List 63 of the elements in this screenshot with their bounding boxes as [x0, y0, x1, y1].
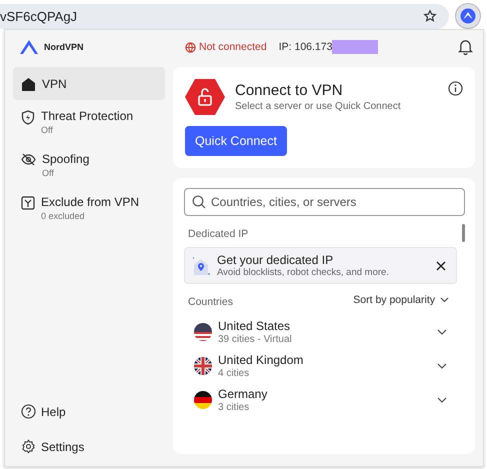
info-icon[interactable] [448, 81, 463, 96]
country-name: Germany [218, 387, 268, 401]
help-icon [21, 404, 36, 419]
promo-title: Get your dedicated IP [217, 253, 334, 267]
sidebar-label: Settings [41, 440, 84, 454]
chevron-down-icon[interactable] [437, 363, 447, 369]
sidebar-status: Off [42, 168, 55, 178]
sidebar-label: Exclude from VPN [41, 195, 140, 209]
ip-address: IP: 106.173 [278, 41, 332, 53]
split-icon [21, 196, 35, 210]
sidebar-link[interactable]: Settings [13, 439, 165, 454]
search-field[interactable]: Countries, cities, or servers [184, 188, 465, 216]
flag-icon [194, 391, 212, 409]
eye-slash-icon [21, 153, 36, 166]
search-icon [192, 195, 206, 209]
country-name: United States [218, 319, 292, 333]
country-details: 4 cities [218, 368, 250, 379]
house-icon [21, 77, 36, 91]
promo-text: Avoid blocklists, robot checks, and more. [217, 267, 390, 278]
country-details: 3 cities [218, 402, 250, 413]
shield-icon [21, 110, 35, 125]
sidebar-label: Help [41, 404, 66, 418]
country-name: United Kingdom [218, 353, 304, 367]
flag-icon [194, 357, 212, 375]
bell-icon[interactable] [458, 39, 473, 55]
sidebar-item[interactable]: Spoofing Off [13, 144, 165, 186]
country-details: 39 cities - Virtual [218, 334, 293, 345]
sidebar-status: 0 excluded [41, 211, 86, 221]
sidebar-item[interactable]: Threat Protection Off [13, 101, 165, 143]
chevron-down-icon[interactable] [437, 329, 447, 335]
unlocked-lock-icon [185, 78, 225, 116]
chevron-down-icon[interactable] [437, 397, 447, 403]
quick-connect-button[interactable]: Quick Connect [185, 126, 287, 156]
connection-status: Not connected [199, 41, 267, 53]
sidebar-label: VPN [42, 76, 67, 90]
section-heading: Countries [188, 296, 233, 308]
card-title: Connect to VPN [235, 82, 344, 99]
card-subtitle: Select a server or use Quick Connect [235, 101, 402, 112]
sidebar-item[interactable]: Exclude from VPN 0 excluded [13, 187, 165, 229]
sidebar-label: Threat Protection [41, 109, 134, 123]
settings-icon [21, 439, 36, 454]
close-icon[interactable] [436, 260, 446, 270]
section-heading: Dedicated IP [188, 228, 250, 240]
extension-icon [460, 8, 476, 24]
brand-name: NordVPN [44, 42, 84, 52]
country-row[interactable]: Germany 3 cities [184, 383, 457, 417]
sidebar-link[interactable]: Help [13, 404, 165, 419]
sort-dropdown[interactable]: Sort by popularity [353, 294, 449, 306]
star-icon[interactable] [423, 9, 437, 23]
flag-icon [194, 323, 212, 341]
address-bar[interactable]: vSF6cQPAgJ [0, 4, 449, 28]
country-row[interactable]: United States 39 cities - Virtual [184, 315, 457, 349]
sidebar-item[interactable]: VPN [13, 67, 165, 100]
logo-icon [19, 40, 39, 54]
url-text: vSF6cQPAgJ [0, 8, 78, 24]
extension-button[interactable] [455, 3, 481, 29]
scrollbar-thumb[interactable] [462, 224, 465, 242]
sidebar-label: Spoofing [42, 152, 90, 166]
redaction-block [332, 40, 378, 54]
country-row[interactable]: United Kingdom 4 cities [184, 349, 457, 383]
sidebar-status: Off [41, 125, 54, 135]
chevron-down-icon [440, 296, 449, 302]
globe-icon [185, 42, 196, 52]
